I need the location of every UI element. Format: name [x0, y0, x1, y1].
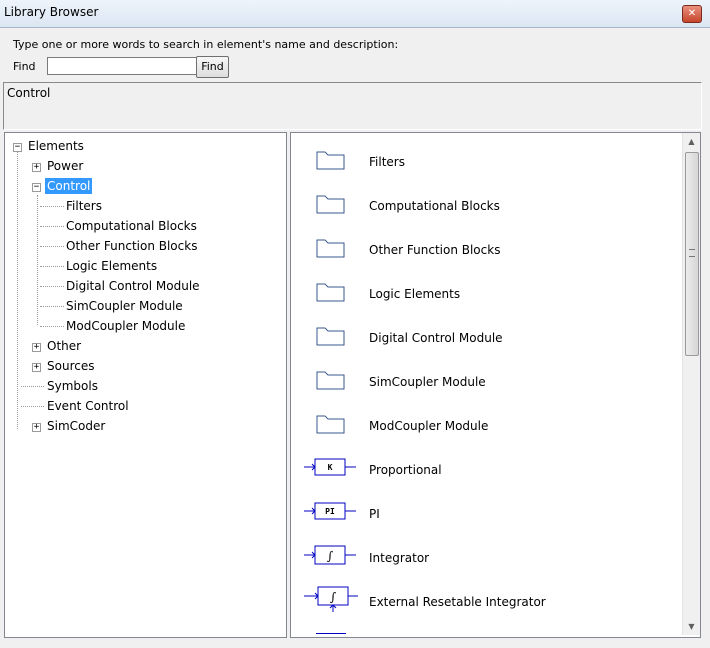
partial-block-icon	[316, 633, 346, 637]
folder-icon	[316, 415, 345, 434]
tree-item-computational-blocks[interactable]: Computational Blocks	[66, 218, 197, 234]
tree-connector	[40, 226, 64, 227]
list-item[interactable]: ∫ Integrator	[291, 532, 676, 576]
collapse-icon[interactable]: −	[32, 183, 41, 192]
list-item[interactable]: PI PI	[291, 488, 676, 532]
collapse-icon[interactable]: −	[13, 143, 22, 152]
list-item-label: Integrator	[369, 551, 430, 565]
tree-item-other-function-blocks[interactable]: Other Function Blocks	[66, 238, 197, 254]
element-list[interactable]: Filters Computational Blocks Other Funct…	[290, 132, 701, 638]
tree-item-power[interactable]: Power	[47, 158, 83, 174]
tree-connector	[40, 286, 64, 287]
list-item[interactable]: Computational Blocks	[291, 180, 676, 224]
list-item[interactable]: ∫ External Resetable Integrator	[291, 576, 676, 620]
folder-icon	[316, 327, 345, 346]
tree-connector	[17, 151, 18, 429]
tree-connector	[40, 306, 64, 307]
expand-icon[interactable]: +	[32, 163, 41, 172]
list-item-label: Filters	[369, 155, 405, 169]
resetable-integrator-icon: ∫	[304, 586, 358, 612]
description-text: Control	[7, 86, 51, 100]
folder-icon	[316, 195, 345, 214]
expand-icon[interactable]: +	[32, 423, 41, 432]
block-text: PI	[325, 507, 335, 516]
tree-item-control[interactable]: Control	[45, 178, 93, 194]
grip-icon	[689, 249, 695, 257]
folder-icon	[316, 151, 345, 170]
scrollbar-thumb[interactable]	[685, 152, 699, 356]
close-icon[interactable]: ✕	[682, 5, 702, 23]
list-item[interactable]: Filters	[291, 136, 676, 180]
tree-connector	[40, 246, 64, 247]
list-item-label: External Resetable Integrator	[369, 595, 546, 609]
title-bar: Library Browser ✕	[0, 0, 710, 28]
list-item[interactable]: SimCoupler Module	[291, 356, 676, 400]
list-item[interactable]: K Proportional	[291, 444, 676, 488]
tree-item-simcoder[interactable]: SimCoder	[47, 418, 105, 434]
list-item-label: Proportional	[369, 463, 442, 477]
scroll-down-icon[interactable]: ▼	[683, 618, 700, 635]
list-item-label: ModCoupler Module	[369, 419, 489, 433]
tree-connector	[40, 326, 64, 327]
list-item-label: Other Function Blocks	[369, 243, 501, 257]
element-tree[interactable]: − Elements + Power − Control Filters Com…	[4, 132, 287, 638]
tree-item-other[interactable]: Other	[47, 338, 81, 354]
window-title: Library Browser	[4, 5, 99, 19]
tree-connector	[37, 195, 38, 325]
tree-item-digital-control-module[interactable]: Digital Control Module	[66, 278, 200, 294]
tree-root-elements[interactable]: Elements	[28, 138, 84, 154]
block-text: K	[328, 463, 333, 472]
tree-item-symbols[interactable]: Symbols	[47, 378, 98, 394]
vertical-scrollbar[interactable]: ▲ ▼	[682, 133, 700, 635]
list-item-label: SimCoupler Module	[369, 375, 486, 389]
tree-item-modcoupler-module[interactable]: ModCoupler Module	[66, 318, 185, 334]
list-item[interactable]: Logic Elements	[291, 268, 676, 312]
description-panel: Control	[3, 82, 702, 130]
pi-block-icon: PI	[304, 502, 356, 520]
expand-icon[interactable]: +	[32, 363, 41, 372]
tree-item-event-control[interactable]: Event Control	[47, 398, 129, 414]
block-text: ∫	[327, 549, 334, 563]
list-item-label: PI	[369, 507, 380, 521]
tree-item-simcoupler-module[interactable]: SimCoupler Module	[66, 298, 183, 314]
list-item[interactable]: ModCoupler Module	[291, 400, 676, 444]
list-item[interactable]: Other Function Blocks	[291, 224, 676, 268]
search-hint: Type one or more words to search in elem…	[13, 38, 399, 51]
list-item-label: Computational Blocks	[369, 199, 500, 213]
tree-connector	[40, 206, 64, 207]
scroll-up-icon[interactable]: ▲	[683, 133, 700, 150]
tree-connector	[21, 406, 44, 407]
list-item-label: Digital Control Module	[369, 331, 503, 345]
folder-icon	[316, 239, 345, 258]
folder-icon	[316, 371, 345, 390]
list-item[interactable]: Digital Control Module	[291, 312, 676, 356]
integrator-block-icon: ∫	[304, 545, 356, 565]
tree-connector	[21, 386, 44, 387]
block-text: ∫	[330, 590, 337, 604]
find-button[interactable]: Find	[196, 56, 229, 78]
folder-icon	[316, 283, 345, 302]
search-panel: Type one or more words to search in elem…	[0, 28, 710, 80]
proportional-block-icon: K	[304, 458, 356, 476]
tree-item-logic-elements[interactable]: Logic Elements	[66, 258, 157, 274]
expand-icon[interactable]: +	[32, 343, 41, 352]
tree-item-sources[interactable]: Sources	[47, 358, 94, 374]
list-item-label: Logic Elements	[369, 287, 461, 301]
tree-connector	[40, 266, 64, 267]
find-input[interactable]	[47, 57, 199, 75]
find-label: Find	[13, 60, 36, 73]
tree-item-filters[interactable]: Filters	[66, 198, 102, 214]
